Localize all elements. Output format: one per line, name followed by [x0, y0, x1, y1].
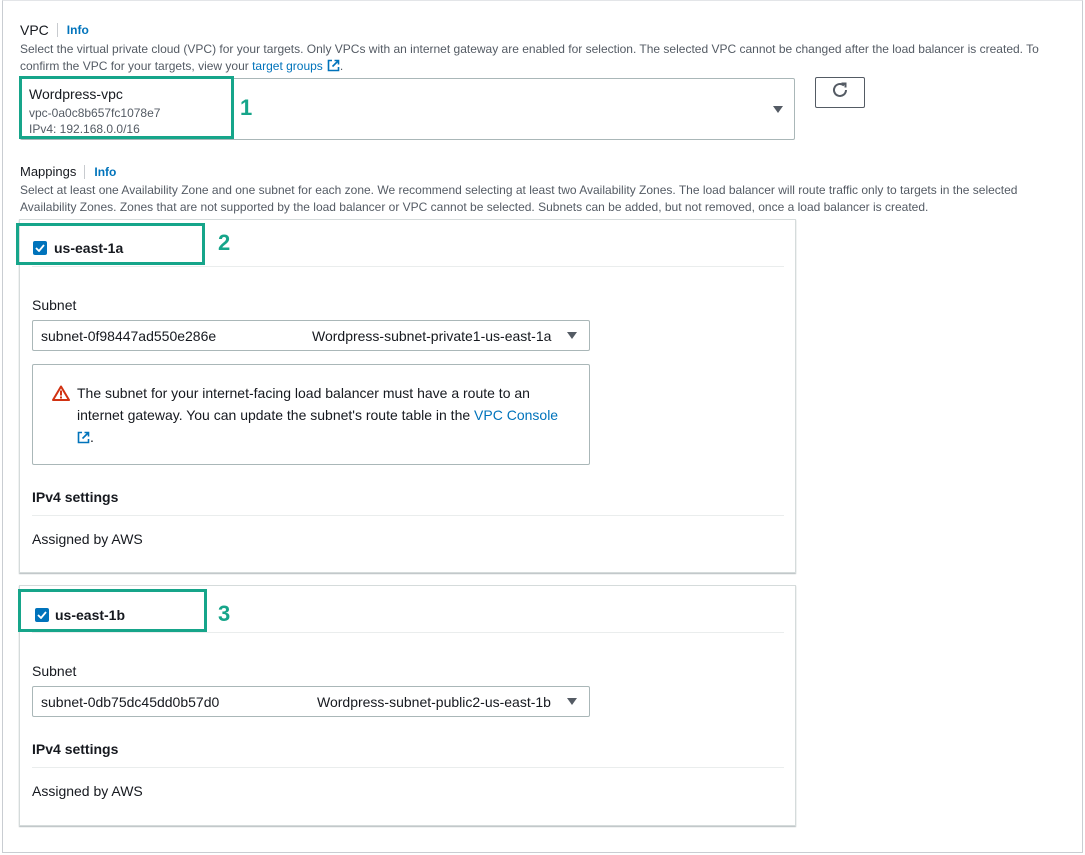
vpc-label-row: VPC Info — [20, 22, 89, 38]
ipv4-settings-value: Assigned by AWS — [32, 783, 143, 799]
caret-down-icon — [567, 332, 577, 339]
mappings-description: Select at least one Availability Zone an… — [20, 182, 1075, 216]
refresh-button[interactable] — [815, 77, 865, 108]
vpc-console-link[interactable]: VPC Console — [474, 407, 558, 423]
divider — [32, 767, 784, 768]
warning-icon — [52, 385, 70, 406]
vpc-selected-id: vpc-0a0c8b657fc1078e7 — [29, 106, 161, 120]
vpc-description-line1: Select the virtual private cloud (VPC) f… — [20, 42, 1039, 56]
vpc-selected-name: Wordpress-vpc — [29, 86, 123, 102]
divider — [32, 266, 784, 267]
warning-line3: . — [77, 426, 577, 450]
divider — [84, 164, 86, 179]
ipv4-settings-value: Assigned by AWS — [32, 531, 143, 547]
warning-text: The subnet for your internet-facing load… — [77, 382, 577, 450]
external-link-icon[interactable] — [327, 59, 340, 77]
vpc-description-text: confirm the VPC for your targets, view y… — [20, 59, 249, 73]
divider — [32, 632, 784, 633]
zone-name-us-east-1a: us-east-1a — [54, 240, 124, 256]
vpc-selected-cidr: IPv4: 192.168.0.0/16 — [29, 122, 140, 136]
divider — [32, 515, 784, 516]
ipv4-settings-label: IPv4 settings — [32, 489, 119, 505]
warning-end: . — [90, 429, 94, 445]
annotation-number-1: 1 — [240, 95, 253, 120]
warning-line2: internet gateway. You can update the sub… — [77, 404, 577, 426]
vpc-description: Select the virtual private cloud (VPC) f… — [20, 41, 1070, 77]
subnet-select-us-east-1a[interactable]: subnet-0f98447ad550e286e Wordpress-subne… — [32, 320, 590, 351]
subnet-label: Subnet — [32, 663, 77, 679]
annotation-number-2: 2 — [218, 230, 231, 255]
zone-card-us-east-1a: Subnet subnet-0f98447ad550e286e Wordpres… — [19, 219, 796, 573]
mappings-description-line2: Availability Zones. Zones that are not s… — [20, 200, 929, 214]
warning-line1: The subnet for your internet-facing load… — [77, 385, 530, 401]
caret-down-icon — [773, 106, 783, 113]
vpc-description-line2: confirm the VPC for your targets, view y… — [20, 58, 1070, 77]
mappings-info-link[interactable]: Info — [94, 165, 116, 179]
vpc-highlight-box: Wordpress-vpc vpc-0a0c8b657fc1078e7 IPv4… — [19, 76, 234, 139]
subnet-id: subnet-0db75dc45dd0b57d0 — [41, 694, 220, 710]
vpc-description-end: . — [339, 59, 344, 73]
subnet-id: subnet-0f98447ad550e286e — [41, 328, 217, 344]
subnet-name: Wordpress-subnet-public2-us-east-1b — [317, 694, 551, 710]
zone-name-us-east-1b: us-east-1b — [55, 607, 126, 623]
mappings-description-line1: Select at least one Availability Zone an… — [20, 183, 1018, 197]
refresh-icon — [831, 81, 849, 104]
warning-alert: The subnet for your internet-facing load… — [32, 364, 590, 465]
checkbox-checked-icon[interactable] — [33, 241, 47, 255]
zone-1-highlight-box[interactable]: us-east-1a — [16, 223, 205, 265]
vpc-info-link[interactable]: Info — [67, 23, 89, 37]
warning-line2-text: internet gateway. You can update the sub… — [77, 407, 471, 423]
caret-down-icon — [567, 698, 577, 705]
external-link-icon[interactable] — [77, 428, 90, 450]
mappings-label-row: Mappings Info — [20, 164, 116, 179]
target-groups-link[interactable]: target groups — [252, 59, 323, 73]
subnet-select-us-east-1b[interactable]: subnet-0db75dc45dd0b57d0 Wordpress-subne… — [32, 686, 590, 717]
vpc-label: VPC — [20, 22, 49, 38]
annotation-number-3: 3 — [218, 601, 231, 626]
zone-2-highlight-box[interactable]: us-east-1b — [18, 589, 207, 632]
subnet-label: Subnet — [32, 297, 77, 313]
divider — [56, 23, 58, 37]
subnet-name: Wordpress-subnet-private1-us-east-1a — [312, 328, 552, 344]
ipv4-settings-label: IPv4 settings — [32, 741, 119, 757]
checkbox-checked-icon[interactable] — [35, 608, 49, 622]
mappings-label: Mappings — [20, 164, 77, 179]
